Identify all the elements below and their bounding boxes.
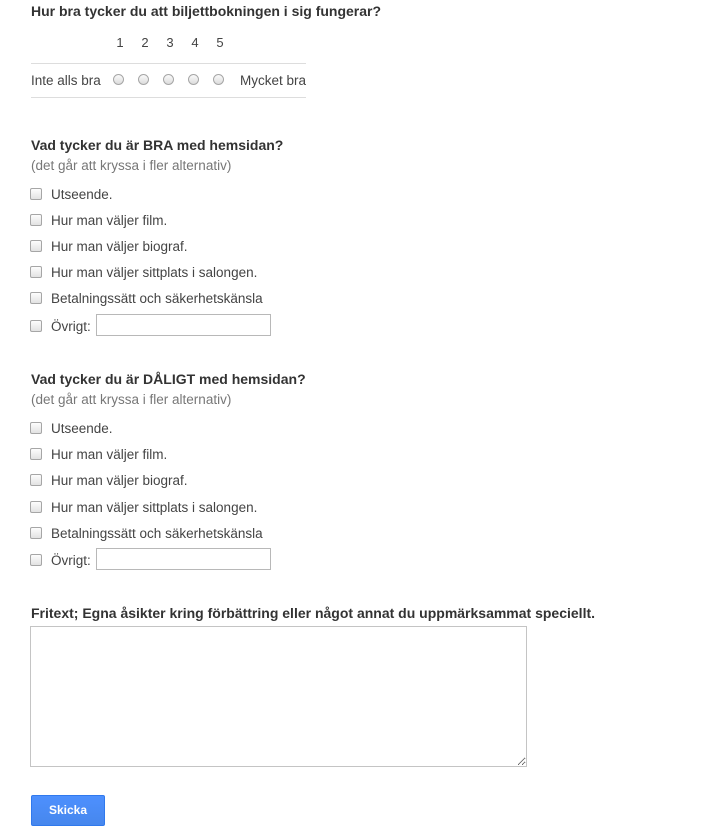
q3-title: Vad tycker du är DÅLIGT med hemsidan?: [31, 371, 306, 387]
scale-number-3: 3: [166, 35, 174, 50]
checkbox[interactable]: [30, 188, 42, 200]
option-label: Hur man väljer biograf.: [51, 239, 188, 254]
scale-number-5: 5: [216, 35, 224, 50]
checkbox[interactable]: [30, 422, 42, 434]
option-label: Utseende.: [51, 187, 113, 202]
scale-low-label: Inte alls bra: [31, 73, 101, 88]
q3-other-input[interactable]: [96, 548, 271, 570]
rating-radio-3[interactable]: [163, 74, 174, 85]
q1-title: Hur bra tycker du att biljettbokningen i…: [31, 3, 382, 19]
scale-number-4: 4: [191, 35, 199, 50]
submit-button[interactable]: Skicka: [31, 795, 105, 826]
scale-divider-top: [31, 63, 306, 64]
q2-other-input[interactable]: [96, 314, 271, 336]
option-label: Hur man väljer film.: [51, 213, 168, 228]
q2-title: Vad tycker du är BRA med hemsidan?: [31, 137, 284, 153]
checkbox[interactable]: [30, 214, 42, 226]
option-label: Hur man väljer sittplats i salongen.: [51, 265, 258, 280]
scale-number-1: 1: [116, 35, 124, 50]
free-text-area[interactable]: [30, 626, 527, 767]
option-label: Betalningssätt och säkerhetskänsla: [51, 526, 263, 541]
option-label: Utseende.: [51, 421, 113, 436]
checkbox[interactable]: [30, 240, 42, 252]
checkbox[interactable]: [30, 448, 42, 460]
rating-radio-1[interactable]: [113, 74, 124, 85]
scale-number-2: 2: [141, 35, 149, 50]
checkbox[interactable]: [30, 266, 42, 278]
checkbox[interactable]: [30, 292, 42, 304]
q4-title: Fritext; Egna åsikter kring förbättring …: [31, 605, 596, 621]
q2-help-text: (det går att kryssa i fler alternativ): [31, 158, 232, 173]
option-label: Hur man väljer film.: [51, 447, 168, 462]
checkbox[interactable]: [30, 474, 42, 486]
rating-radio-5[interactable]: [213, 74, 224, 85]
option-label: Betalningssätt och säkerhetskänsla: [51, 291, 263, 306]
scale-numbers: 1 2 3 4 5: [31, 35, 306, 51]
option-label: Hur man väljer biograf.: [51, 473, 188, 488]
option-label: Övrigt:: [51, 319, 91, 334]
checkbox[interactable]: [30, 501, 42, 513]
checkbox[interactable]: [30, 527, 42, 539]
rating-scale: 1 2 3 4 5 Inte alls bra Mycket bra: [31, 30, 306, 98]
option-label: Hur man väljer sittplats i salongen.: [51, 500, 258, 515]
rating-radio-4[interactable]: [188, 74, 199, 85]
checkbox[interactable]: [30, 554, 42, 566]
checkbox[interactable]: [30, 320, 42, 332]
scale-high-label: Mycket bra: [239, 73, 306, 88]
option-label: Övrigt:: [51, 553, 91, 568]
q3-help-text: (det går att kryssa i fler alternativ): [31, 392, 232, 407]
rating-radio-2[interactable]: [138, 74, 149, 85]
scale-divider-bottom: [31, 97, 306, 98]
